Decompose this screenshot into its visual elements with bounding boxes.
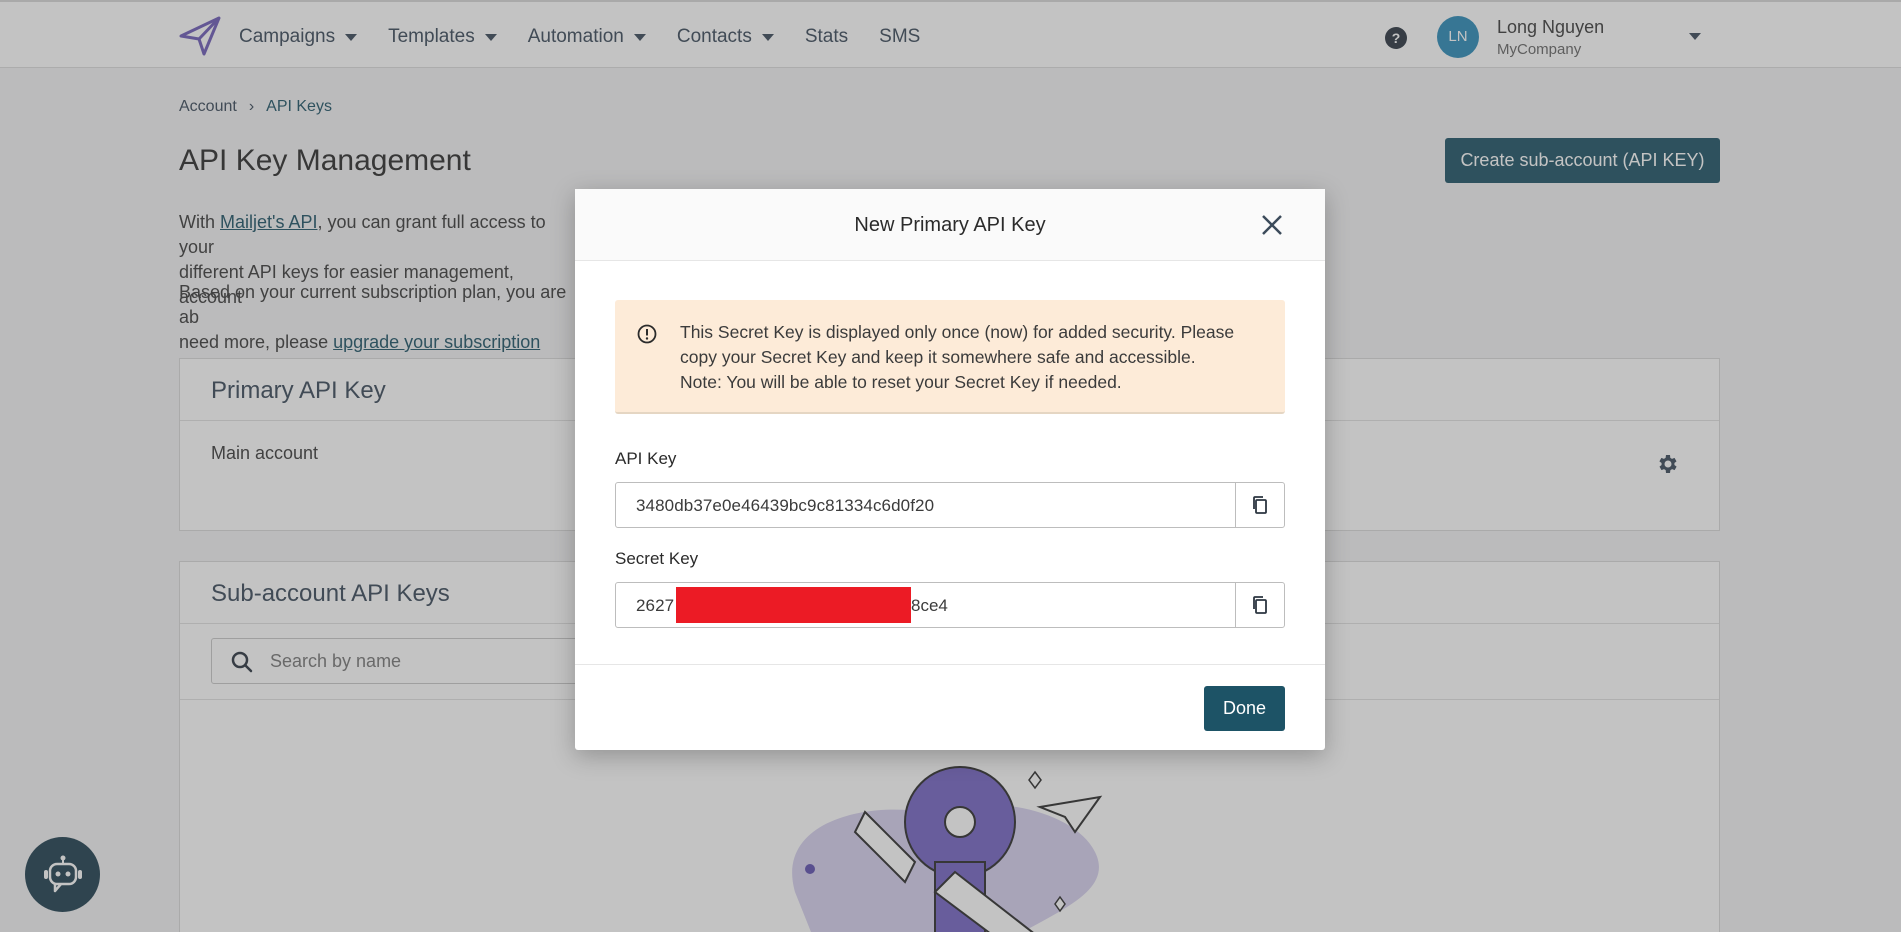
warning-line-3: Note: You will be able to reset your Sec… xyxy=(680,372,1122,392)
close-icon[interactable] xyxy=(1260,213,1284,237)
secret-key-warning: This Secret Key is displayed only once (… xyxy=(615,300,1285,414)
copy-api-key-button[interactable] xyxy=(1235,483,1284,527)
secret-key-field[interactable]: 2627 8ce4 xyxy=(615,582,1285,628)
secret-key-prefix[interactable]: 2627 xyxy=(636,596,674,616)
done-button[interactable]: Done xyxy=(1204,686,1285,731)
modal-title: New Primary API Key xyxy=(575,189,1325,261)
info-icon xyxy=(637,324,657,344)
api-key-field[interactable]: 3480db37e0e46439bc9c81334c6d0f20 xyxy=(615,482,1285,528)
api-key-label: API Key xyxy=(615,449,677,468)
secret-key-suffix[interactable]: 8ce4 xyxy=(911,596,948,616)
copy-secret-key-button[interactable] xyxy=(1235,583,1284,627)
api-key-value[interactable]: 3480db37e0e46439bc9c81334c6d0f20 xyxy=(636,496,934,516)
copy-icon xyxy=(1253,596,1267,614)
warning-line-1: This Secret Key is displayed only once (… xyxy=(680,322,1235,342)
modal-footer-divider xyxy=(575,664,1325,665)
warning-line-2: copy your Secret Key and keep it somewhe… xyxy=(680,347,1196,367)
warning-text: This Secret Key is displayed only once (… xyxy=(680,320,1270,395)
redaction-block xyxy=(676,587,911,623)
secret-key-label: Secret Key xyxy=(615,549,699,568)
copy-icon xyxy=(1253,496,1267,514)
new-primary-api-key-dialog: New Primary API Key This Secret Key is d… xyxy=(575,189,1325,750)
